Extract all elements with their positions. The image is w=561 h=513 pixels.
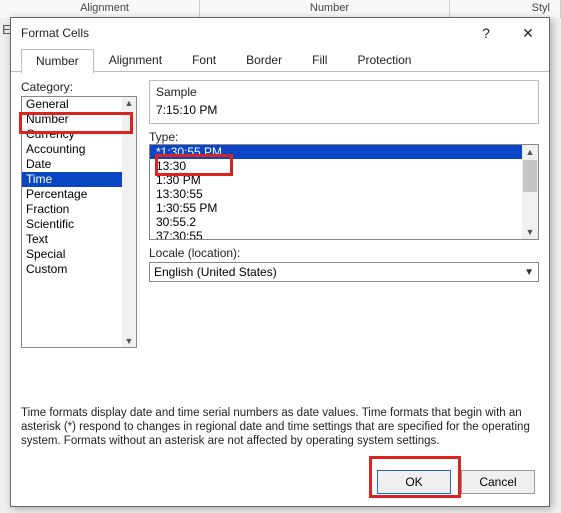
ribbon-background: Alignment Number Styl <box>0 0 561 18</box>
chevron-down-icon: ▼ <box>524 267 534 278</box>
ribbon-group-number: Number <box>200 0 450 18</box>
locale-select[interactable]: English (United States) ▼ <box>149 262 539 282</box>
dialog-titlebar: Format Cells ? ✕ <box>11 18 549 48</box>
ribbon-group-styles: Styl <box>450 0 561 18</box>
tab-border[interactable]: Border <box>231 48 297 72</box>
sample-label: Sample <box>156 85 532 99</box>
ok-button[interactable]: OK <box>377 470 451 494</box>
type-item-2[interactable]: 1:30 PM <box>150 173 522 187</box>
category-item-percentage[interactable]: Percentage <box>22 187 122 202</box>
type-item-3[interactable]: 13:30:55 <box>150 187 522 201</box>
scrollbar-thumb[interactable] <box>523 160 537 192</box>
sample-value: 7:15:10 PM <box>156 103 532 117</box>
dialog-footer: OK Cancel <box>21 466 539 496</box>
scroll-down-icon[interactable]: ▼ <box>522 225 538 239</box>
ribbon-group-alignment: Alignment <box>0 0 200 18</box>
type-item-1[interactable]: 13:30 <box>150 159 522 173</box>
category-list[interactable]: General Number Currency Accounting Date … <box>21 96 137 348</box>
format-cells-dialog: Format Cells ? ✕ Number Alignment Font B… <box>10 17 550 507</box>
tab-alignment[interactable]: Alignment <box>94 48 177 72</box>
tab-fill[interactable]: Fill <box>297 48 342 72</box>
dialog-body: Category: General Number Currency Accoun… <box>11 72 549 506</box>
category-item-special[interactable]: Special <box>22 247 122 262</box>
dialog-title: Format Cells <box>21 26 465 40</box>
type-list[interactable]: *1:30:55 PM 13:30 1:30 PM 13:30:55 1:30:… <box>149 144 539 240</box>
format-description: Time formats display date and time seria… <box>21 406 539 448</box>
scrollbar-track[interactable] <box>522 193 538 225</box>
type-item-4[interactable]: 1:30:55 PM <box>150 201 522 215</box>
sample-box: Sample 7:15:10 PM <box>149 80 539 124</box>
category-item-fraction[interactable]: Fraction <box>22 202 122 217</box>
type-label: Type: <box>149 130 539 144</box>
category-item-general[interactable]: General <box>22 97 122 112</box>
category-item-number[interactable]: Number <box>22 112 122 127</box>
tab-number[interactable]: Number <box>21 49 94 73</box>
close-button[interactable]: ✕ <box>507 18 549 48</box>
locale-value: English (United States) <box>154 265 277 279</box>
type-item-6[interactable]: 37:30:55 <box>150 229 522 239</box>
locale-label: Locale (location): <box>149 246 539 260</box>
category-scrollbar[interactable]: ▲ ▼ <box>122 97 136 347</box>
category-item-custom[interactable]: Custom <box>22 262 122 277</box>
category-item-scientific[interactable]: Scientific <box>22 217 122 232</box>
tab-font[interactable]: Font <box>177 48 231 72</box>
tab-protection[interactable]: Protection <box>342 48 426 72</box>
category-item-date[interactable]: Date <box>22 157 122 172</box>
category-item-text[interactable]: Text <box>22 232 122 247</box>
dialog-tabs: Number Alignment Font Border Fill Protec… <box>11 48 549 72</box>
type-item-0[interactable]: *1:30:55 PM <box>150 145 522 159</box>
scroll-up-icon[interactable]: ▲ <box>522 145 538 159</box>
category-item-time[interactable]: Time <box>22 172 122 187</box>
cancel-button[interactable]: Cancel <box>461 470 535 494</box>
category-item-currency[interactable]: Currency <box>22 127 122 142</box>
category-label: Category: <box>21 80 137 94</box>
scroll-up-icon[interactable]: ▲ <box>125 97 134 109</box>
scroll-down-icon[interactable]: ▼ <box>125 335 134 347</box>
type-scrollbar[interactable]: ▲ ▼ <box>522 145 538 239</box>
type-item-5[interactable]: 30:55.2 <box>150 215 522 229</box>
category-item-accounting[interactable]: Accounting <box>22 142 122 157</box>
help-button[interactable]: ? <box>465 18 507 48</box>
